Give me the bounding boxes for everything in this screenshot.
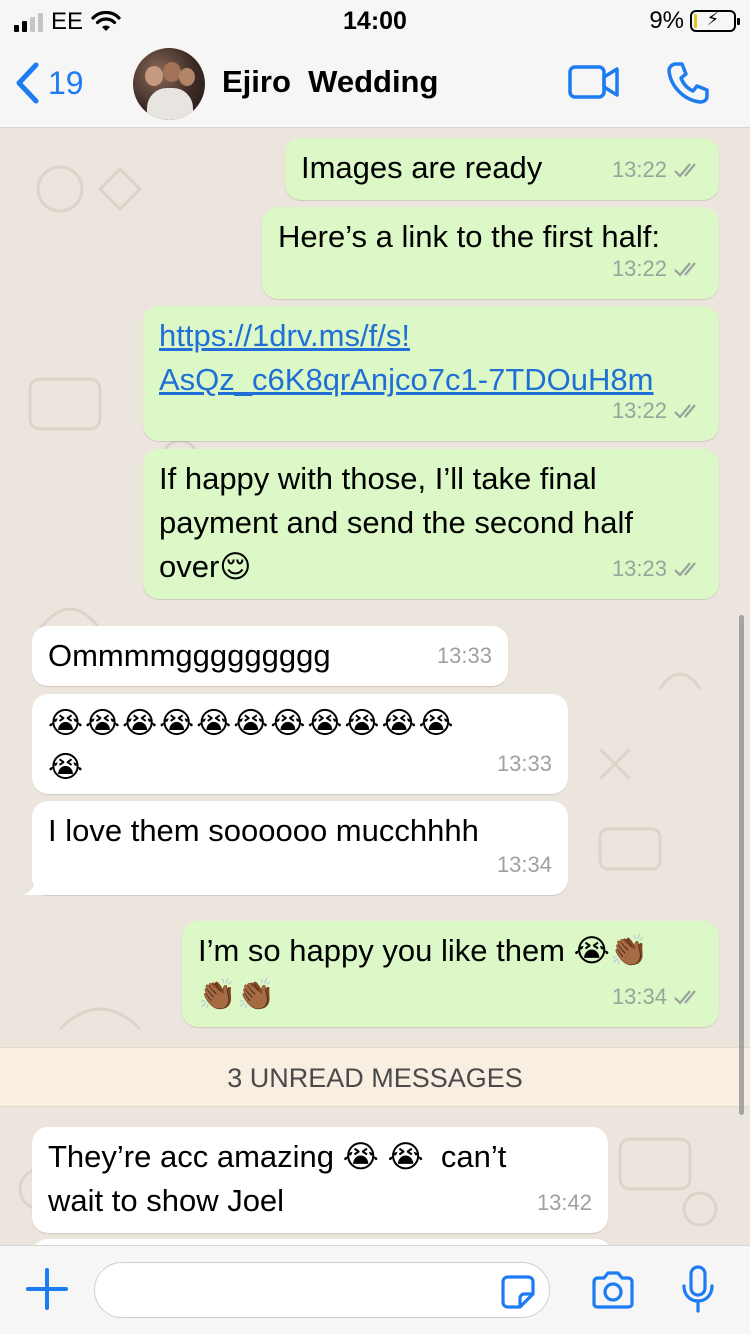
message-time: 13:34 [611,984,667,1009]
video-camera-icon [568,65,619,99]
message-meta: 13:42 [537,1181,592,1225]
message-text: I love them soooooo mucchhhh [48,813,479,848]
message-bubble-incoming[interactable]: They’re acc amazing 😭 😭 can’t wait to sh… [32,1127,608,1233]
double-check-icon [674,262,696,277]
chevron-left-icon [16,62,39,104]
microphone-icon [682,1265,714,1313]
message-bubble-incoming[interactable]: Ommmmggggggggg 13:33 [32,626,508,686]
message-time: 13:23 [611,556,667,581]
video-call-button[interactable] [567,64,621,105]
message-time: 13:33 [436,643,492,668]
status-time: 14:00 [343,7,407,35]
scrollbar[interactable] [739,615,744,1115]
message-text: Ommmmggggggggg [48,638,331,673]
phone-icon [667,62,709,104]
message-meta: 13:23 [612,547,703,591]
back-button[interactable]: 19 [14,62,84,104]
group-avatar[interactable] [133,48,205,120]
plus-icon [26,1268,68,1310]
unread-messages-banner: 3 UNREAD MESSAGES [0,1047,750,1107]
bubble-tail [24,875,44,895]
message-time: 13:34 [496,852,552,877]
message-text: They’re acc amazing 😭 😭 can’t wait to sh… [48,1139,507,1218]
message-time: 13:33 [496,751,552,776]
voice-note-button[interactable] [680,1264,716,1319]
message-bubble-incoming[interactable]: I love them soooooo mucchhhh 13:34 [24,801,568,895]
status-bar: EE 14:00 9% ⚡ [0,0,750,40]
chat-header: 19 Ejiro Wedding [0,40,750,128]
attach-button[interactable] [24,1266,70,1317]
message-text: 😭😭😭😭😭😭😭😭😭😭😭 😭 [48,707,456,784]
battery-icon: ⚡ [690,9,740,32]
message-meta: 13:33 [497,742,552,786]
camera-button[interactable] [590,1270,636,1315]
double-check-icon [674,990,696,1005]
chat-title[interactable]: Ejiro Wedding [222,64,438,100]
battery-percent: 9% [649,7,684,34]
message-bubble-outgoing[interactable]: If happy with those, I’ll take final pay… [143,449,719,599]
message-time: 13:22 [611,398,667,423]
message-meta: 13:34 [497,843,552,887]
message-meta: 13:22 [612,389,703,433]
message-bubble-outgoing[interactable]: I’m so happy you like them 😭👏🏾 👏🏾👏🏾 13:3… [182,921,719,1027]
message-field[interactable] [94,1262,550,1318]
message-bubble-outgoing[interactable]: https://1drv.ms/f/s! AsQz_c6K8qrAnjco7c1… [143,306,719,441]
double-check-icon [674,163,696,178]
message-bubble-outgoing[interactable]: Images are ready 13:22 [285,138,719,200]
message-bubble-incoming[interactable]: 😭😭😭😭😭😭😭😭😭😭😭 😭 13:33 [32,694,568,794]
chat-area[interactable]: Images are ready 13:22 Here’s a link to … [0,129,750,1245]
voice-call-button[interactable] [665,60,711,111]
message-time: 13:22 [611,157,667,182]
message-time: 13:42 [536,1190,592,1215]
message-meta: 13:33 [437,634,492,678]
message-bubble-outgoing[interactable]: Here’s a link to the first half: 13:22 [262,207,719,299]
double-check-icon [674,404,696,419]
message-input-bar [0,1245,750,1334]
message-input[interactable] [113,1263,493,1315]
message-time: 13:22 [611,256,667,281]
sticker-button[interactable] [500,1274,536,1315]
status-right: 9% ⚡ [649,7,740,35]
double-check-icon [674,562,696,577]
message-meta: 13:22 [612,247,703,291]
unread-chats-count: 19 [48,64,84,101]
message-meta: 13:22 [612,148,703,192]
message-meta: 13:34 [612,975,703,1019]
sticker-icon [501,1275,535,1309]
camera-icon [592,1271,634,1309]
